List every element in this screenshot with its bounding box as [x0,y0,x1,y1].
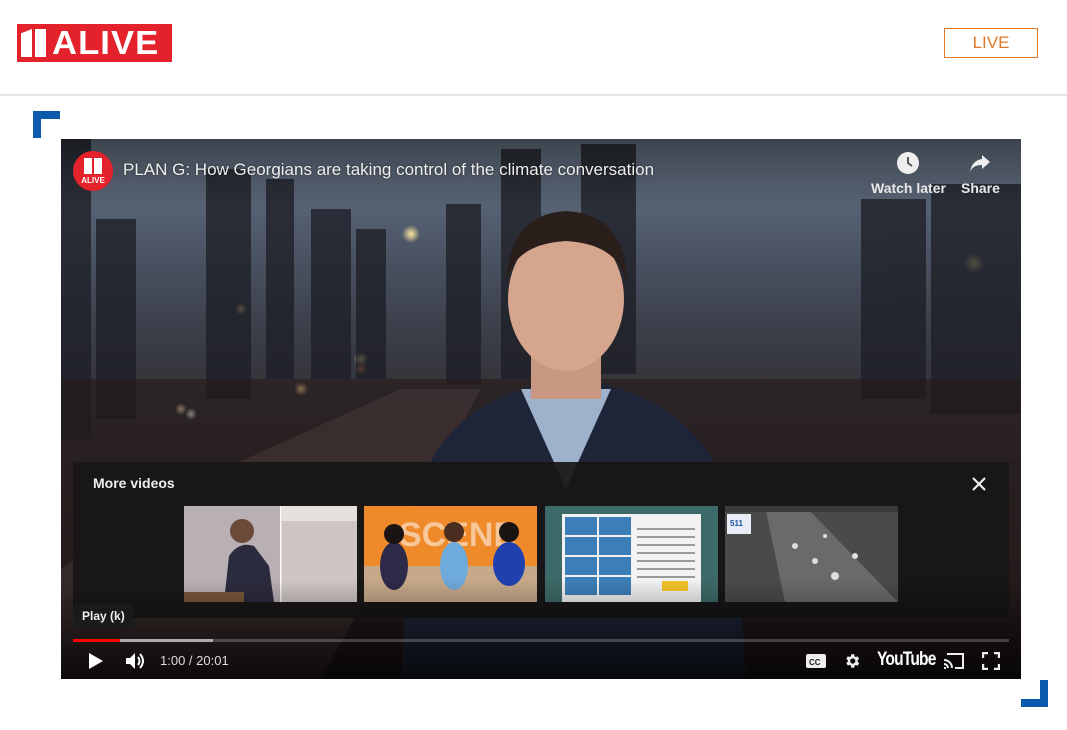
video-title[interactable]: PLAN G: How Georgians are taking control… [123,160,654,180]
logo-11-mark [21,29,46,57]
cast-button[interactable] [941,649,967,673]
settings-button[interactable] [839,649,865,673]
watch-later-label: Watch later [871,180,946,196]
svg-text:CC: CC [809,658,821,667]
fullscreen-icon [982,652,1000,670]
video-player[interactable]: ALIVE PLAN G: How Georgians are taking c… [61,139,1021,679]
progress-bar[interactable] [73,639,1009,642]
play-button[interactable] [83,649,109,673]
gear-icon [846,654,860,668]
fullscreen-button[interactable] [978,649,1004,673]
mute-button[interactable] [123,649,149,673]
play-tooltip: Play (k) [73,604,134,628]
watch-later-button[interactable]: Watch later [871,151,946,196]
site-header: ALIVE LIVE [0,0,1067,96]
volume-icon [126,653,144,669]
time-display: 1:00 / 20:01 [160,653,229,668]
site-logo[interactable]: ALIVE [17,24,172,62]
clock-icon [897,152,920,174]
svg-text:511: 511 [730,519,743,528]
corner-bracket-top-left [33,111,60,138]
captions-button[interactable]: CC [803,649,829,673]
share-arrow-icon [970,155,991,172]
cc-icon: CC [806,654,826,668]
channel-avatar[interactable]: ALIVE [73,151,113,191]
progress-played [73,639,120,642]
share-button[interactable]: Share [961,151,1000,196]
corner-bracket-bottom-right [1021,680,1048,707]
live-button[interactable]: LIVE [944,28,1038,58]
cast-icon [943,653,964,669]
play-icon [89,653,103,669]
share-label: Share [961,180,1000,196]
more-videos-title: More videos [93,475,175,491]
close-icon[interactable] [968,473,990,495]
youtube-logo[interactable]: YouTube [877,649,936,671]
logo-text: ALIVE [52,24,160,61]
